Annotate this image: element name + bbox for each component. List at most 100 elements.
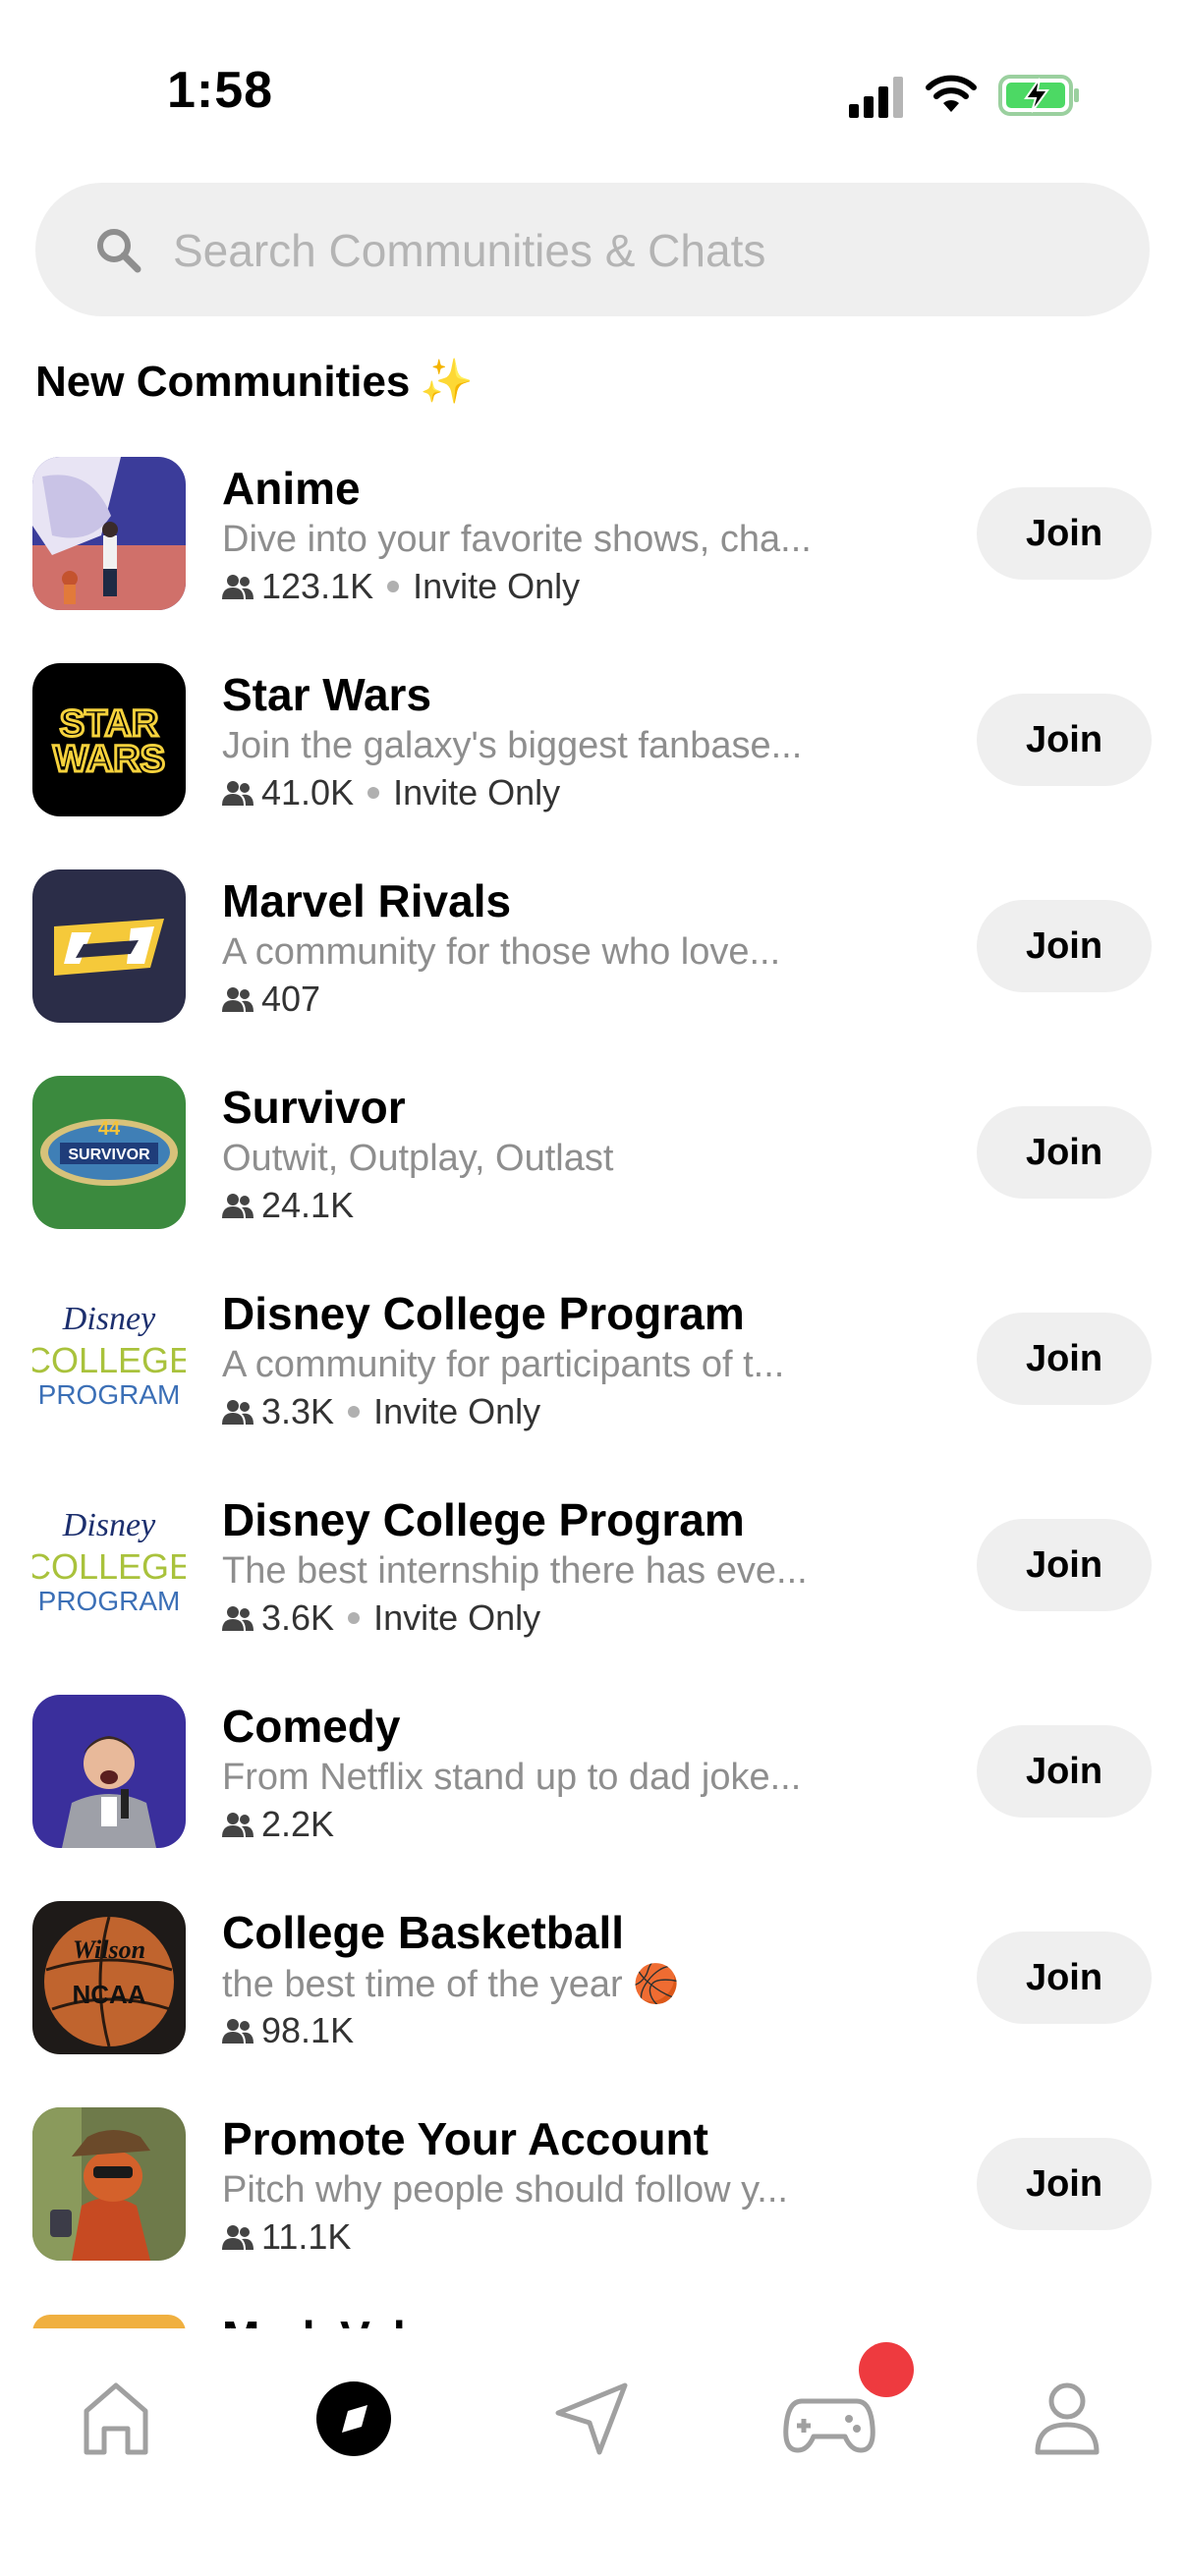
tab-profile[interactable]	[1018, 2368, 1116, 2466]
community-description: the best time of the year 🏀	[222, 1964, 680, 2005]
join-button[interactable]: Join	[977, 487, 1152, 580]
join-button[interactable]: Join	[977, 1932, 1152, 2024]
access-label: Invite Only	[393, 772, 561, 812]
members-icon	[222, 781, 254, 806]
college-logo-text: COLLEGE	[32, 1546, 186, 1587]
member-count: 41.0K	[261, 772, 355, 812]
member-count: 3.3K	[261, 1391, 335, 1431]
access-label: Invite Only	[373, 1597, 541, 1638]
community-row-survivor[interactable]: 44 SURVIVOR Survivor Outwit, Outplay, Ou…	[0, 1071, 1185, 1277]
status-time: 1:58	[167, 62, 274, 119]
college-logo-text: COLLEGE	[32, 1340, 186, 1380]
star-wars-logo-bottom: WARS	[53, 739, 165, 780]
status-bar: 1:58	[0, 0, 1185, 177]
community-description: Pitch why people should follow y...	[222, 2169, 788, 2211]
members-icon	[222, 2019, 254, 2044]
disney-logo-text: Disney	[62, 1301, 156, 1337]
community-description: Join the galaxy's biggest fanbase...	[222, 725, 803, 766]
section-title-text: New Communities	[35, 358, 411, 406]
community-row-college-basketball[interactable]: Wilson NCAA College Basketball the best …	[0, 1896, 1185, 2102]
sparkles-icon: ✨	[420, 358, 475, 406]
comedy-thumbnail	[32, 1695, 186, 1848]
explore-icon	[316, 2381, 391, 2456]
community-meta: 98.1K	[222, 2010, 354, 2051]
marvel-rivals-thumbnail	[32, 869, 186, 1023]
members-icon	[222, 987, 254, 1012]
survivor-thumbnail: 44 SURVIVOR	[32, 1076, 186, 1229]
member-count: 24.1K	[261, 1185, 355, 1225]
join-button[interactable]: Join	[977, 900, 1152, 992]
tab-bar	[0, 2328, 1185, 2576]
cellular-signal-icon	[849, 77, 903, 118]
college-basketball-thumbnail: Wilson NCAA	[32, 1901, 186, 2054]
search-bar[interactable]	[35, 183, 1150, 316]
members-icon	[222, 2225, 254, 2250]
community-description: A community for participants of t...	[222, 1344, 785, 1385]
members-icon	[222, 1194, 254, 1218]
members-icon	[222, 1813, 254, 1837]
community-meta: 11.1K	[222, 2216, 351, 2258]
community-name: Disney College Program	[222, 1494, 745, 1545]
community-meta: 41.0K Invite Only	[222, 772, 560, 813]
survivor-season-number: 44	[98, 1118, 121, 1140]
community-meta: 407	[222, 979, 320, 1020]
tab-explore[interactable]	[305, 2368, 403, 2466]
ncaa-logo-text: NCAA	[72, 1980, 145, 2009]
member-count: 2.2K	[261, 1804, 335, 1844]
members-icon	[222, 1606, 254, 1631]
community-description: Dive into your favorite shows, cha...	[222, 519, 812, 560]
join-button[interactable]: Join	[977, 1725, 1152, 1818]
community-meta: 2.2K	[222, 1804, 334, 1845]
community-row-star-wars[interactable]: STAR WARS Star Wars Join the galaxy's bi…	[0, 658, 1185, 865]
community-row-marvel-rivals[interactable]: Marvel Rivals A community for those who …	[0, 865, 1185, 1071]
search-icon	[97, 229, 141, 273]
program-logo-text: PROGRAM	[38, 1586, 181, 1616]
cutoff-row-name-text: Mark Valo	[222, 2311, 478, 2328]
community-meta: 3.3K Invite Only	[222, 1391, 540, 1432]
program-logo-text: PROGRAM	[38, 1379, 181, 1410]
community-name: Anime	[222, 463, 361, 514]
community-meta: 24.1K	[222, 1185, 354, 1226]
home-icon	[84, 2382, 148, 2455]
anime-thumbnail	[32, 457, 186, 610]
separator-dot	[348, 1612, 361, 1624]
community-description: From Netflix stand up to dad joke...	[222, 1757, 802, 1798]
community-row-disney-college-program[interactable]: Disney COLLEGE PROGRAM Disney College Pr…	[0, 1277, 1185, 1484]
wilson-logo-text: Wilson	[73, 1935, 145, 1964]
join-button[interactable]: Join	[977, 1519, 1152, 1611]
join-button[interactable]: Join	[977, 1313, 1152, 1405]
community-name: Star Wars	[222, 669, 432, 720]
community-description: A community for those who love...	[222, 931, 781, 973]
join-button[interactable]: Join	[977, 1106, 1152, 1199]
tab-home[interactable]	[67, 2368, 165, 2466]
join-button[interactable]: Join	[977, 694, 1152, 786]
member-count: 3.6K	[261, 1597, 335, 1638]
community-row-promote-your-account[interactable]: Promote Your Account Pitch why people sh…	[0, 2102, 1185, 2309]
member-count: 123.1K	[261, 566, 374, 606]
community-row-anime[interactable]: Anime Dive into your favorite shows, cha…	[0, 452, 1185, 658]
access-label: Invite Only	[413, 566, 581, 606]
disney-logo-text: Disney	[62, 1507, 156, 1543]
promote-your-account-thumbnail	[32, 2107, 186, 2261]
community-name: College Basketball	[222, 1907, 625, 1958]
disney-college-program-thumbnail: Disney COLLEGE PROGRAM	[32, 1282, 186, 1435]
community-name: Promote Your Account	[222, 2113, 708, 2164]
community-meta: 123.1K Invite Only	[222, 566, 580, 607]
star-wars-thumbnail: STAR WARS	[32, 663, 186, 816]
profile-icon	[1035, 2382, 1100, 2455]
send-icon	[555, 2382, 628, 2455]
members-icon	[222, 575, 254, 599]
community-description: Outwit, Outplay, Outlast	[222, 1138, 614, 1179]
member-count: 98.1K	[261, 2010, 355, 2050]
search-input[interactable]	[171, 214, 1108, 287]
community-row-disney-college-program[interactable]: Disney COLLEGE PROGRAM Disney College Pr…	[0, 1484, 1185, 1690]
separator-dot	[367, 787, 380, 799]
cutoff-row-name: Mark Valo	[222, 2311, 478, 2328]
disney-college-program-thumbnail: Disney COLLEGE PROGRAM	[32, 1488, 186, 1642]
separator-dot	[387, 581, 400, 592]
tab-messages[interactable]	[542, 2368, 641, 2466]
community-list: Anime Dive into your favorite shows, cha…	[0, 452, 1185, 2309]
join-button[interactable]: Join	[977, 2138, 1152, 2230]
wifi-icon	[926, 75, 977, 112]
community-row-comedy[interactable]: Comedy From Netflix stand up to dad joke…	[0, 1690, 1185, 1896]
